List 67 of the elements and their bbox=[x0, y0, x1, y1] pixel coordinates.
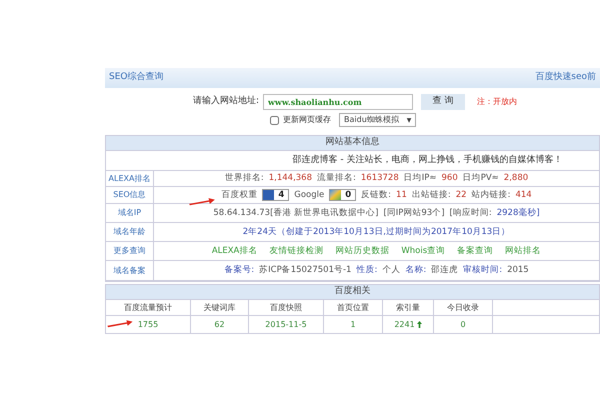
url-label: 请输入网站地址: bbox=[193, 95, 260, 108]
row-value: 邵连虎 bbox=[431, 264, 458, 277]
row-value: 日均IP≈ bbox=[404, 172, 436, 185]
column-header: 百度快照 bbox=[270, 302, 302, 314]
column-header: 百度流量预计 bbox=[124, 302, 172, 314]
table-cell: 2241 bbox=[394, 318, 415, 330]
row-value: 性质: bbox=[356, 264, 378, 277]
row-value: 1613728 bbox=[360, 172, 399, 185]
row-value: 11 bbox=[396, 188, 407, 202]
row-value: 苏ICP备15027501号-1 bbox=[259, 264, 352, 277]
column-header: 关键词库 bbox=[204, 302, 236, 314]
row-value: 备案号: bbox=[224, 264, 254, 277]
row-value: [响应时间: bbox=[450, 206, 492, 220]
arrow-annotation bbox=[106, 318, 134, 328]
row-value: 站内链接: bbox=[472, 188, 510, 202]
column-header: 索引量 bbox=[396, 302, 420, 314]
query-link[interactable]: 网站排名 bbox=[505, 244, 542, 258]
page-title: SEO综合查询 bbox=[109, 71, 164, 84]
table-cell: 2015-11-5 bbox=[265, 318, 307, 330]
row-label: ALEXA排名 bbox=[108, 172, 150, 184]
row-value: 审核时间: bbox=[463, 264, 502, 277]
row-value: 2,880 bbox=[504, 172, 528, 185]
google-rank-badge: 0 bbox=[329, 189, 356, 201]
row-label: 域名备案 bbox=[114, 264, 146, 276]
row-value: 2年24天（创建于2013年10月13日,过期时间为2017年10月13日） bbox=[242, 226, 510, 238]
row-value: 名称: bbox=[405, 264, 426, 277]
query-link[interactable]: 备案查询 bbox=[457, 244, 494, 258]
header-link[interactable]: 百度快速seo前 bbox=[535, 71, 596, 85]
table-cell: 1755 bbox=[138, 318, 158, 330]
row-value: 反链数: bbox=[361, 188, 392, 202]
row-label: 域名年龄 bbox=[114, 226, 146, 238]
row-value: 58.64.134.73[香港 新世界电讯数据中心] bbox=[213, 206, 378, 220]
row-label: SEO信息 bbox=[113, 189, 146, 201]
checkbox-label: 更新网页缓存 bbox=[283, 114, 331, 126]
url-input[interactable]: www.shaolianhu.com bbox=[263, 94, 414, 110]
row-value: 960 bbox=[442, 172, 458, 185]
row-value: 2928毫秒] bbox=[496, 206, 540, 220]
row-value: 个人 bbox=[382, 264, 400, 277]
column-header: 今日收录 bbox=[447, 302, 479, 314]
row-value: Google bbox=[294, 188, 324, 202]
row-value: 22 bbox=[456, 188, 467, 202]
row-value: 414 bbox=[515, 188, 532, 202]
row-value: 百度权重 bbox=[221, 188, 258, 202]
query-link[interactable]: ALEXA排名 bbox=[212, 244, 258, 258]
row-label: 更多查询 bbox=[114, 245, 146, 257]
query-link[interactable]: 友情链接检测 bbox=[269, 244, 324, 258]
table-cell: 62 bbox=[214, 318, 225, 330]
row-value: 世界排名: bbox=[224, 172, 264, 185]
row-value: 1,144,368 bbox=[268, 172, 312, 185]
row-value: 流量排名: bbox=[317, 172, 356, 185]
row-value: [同IP网站93个] bbox=[383, 206, 445, 220]
row-value: 出站链接: bbox=[412, 188, 451, 202]
section-title: 网站基本信息 bbox=[326, 136, 380, 150]
table-cell: 1 bbox=[350, 318, 356, 330]
column-header: 首页位置 bbox=[337, 302, 369, 314]
section-title: 百度相关 bbox=[334, 285, 370, 298]
query-link[interactable]: Whois查询 bbox=[401, 244, 446, 258]
query-link[interactable]: 网站历史数据 bbox=[335, 244, 390, 258]
row-value: 2015 bbox=[507, 264, 529, 277]
query-button[interactable]: 查 询 bbox=[421, 94, 466, 110]
row-value: 日均PV≈ bbox=[462, 172, 499, 185]
table-cell: 0 bbox=[460, 318, 466, 330]
baidu-weight-badge: 4 bbox=[262, 189, 290, 201]
cache-checkbox[interactable] bbox=[270, 116, 279, 124]
row-label: 域名IP bbox=[118, 207, 142, 219]
site-slogan: 邵连虎博客 - 关注站长，电商，网上挣钱，手机赚钱的自媒体博客！ bbox=[292, 154, 562, 167]
note-text: 注：开放内 bbox=[477, 96, 518, 108]
